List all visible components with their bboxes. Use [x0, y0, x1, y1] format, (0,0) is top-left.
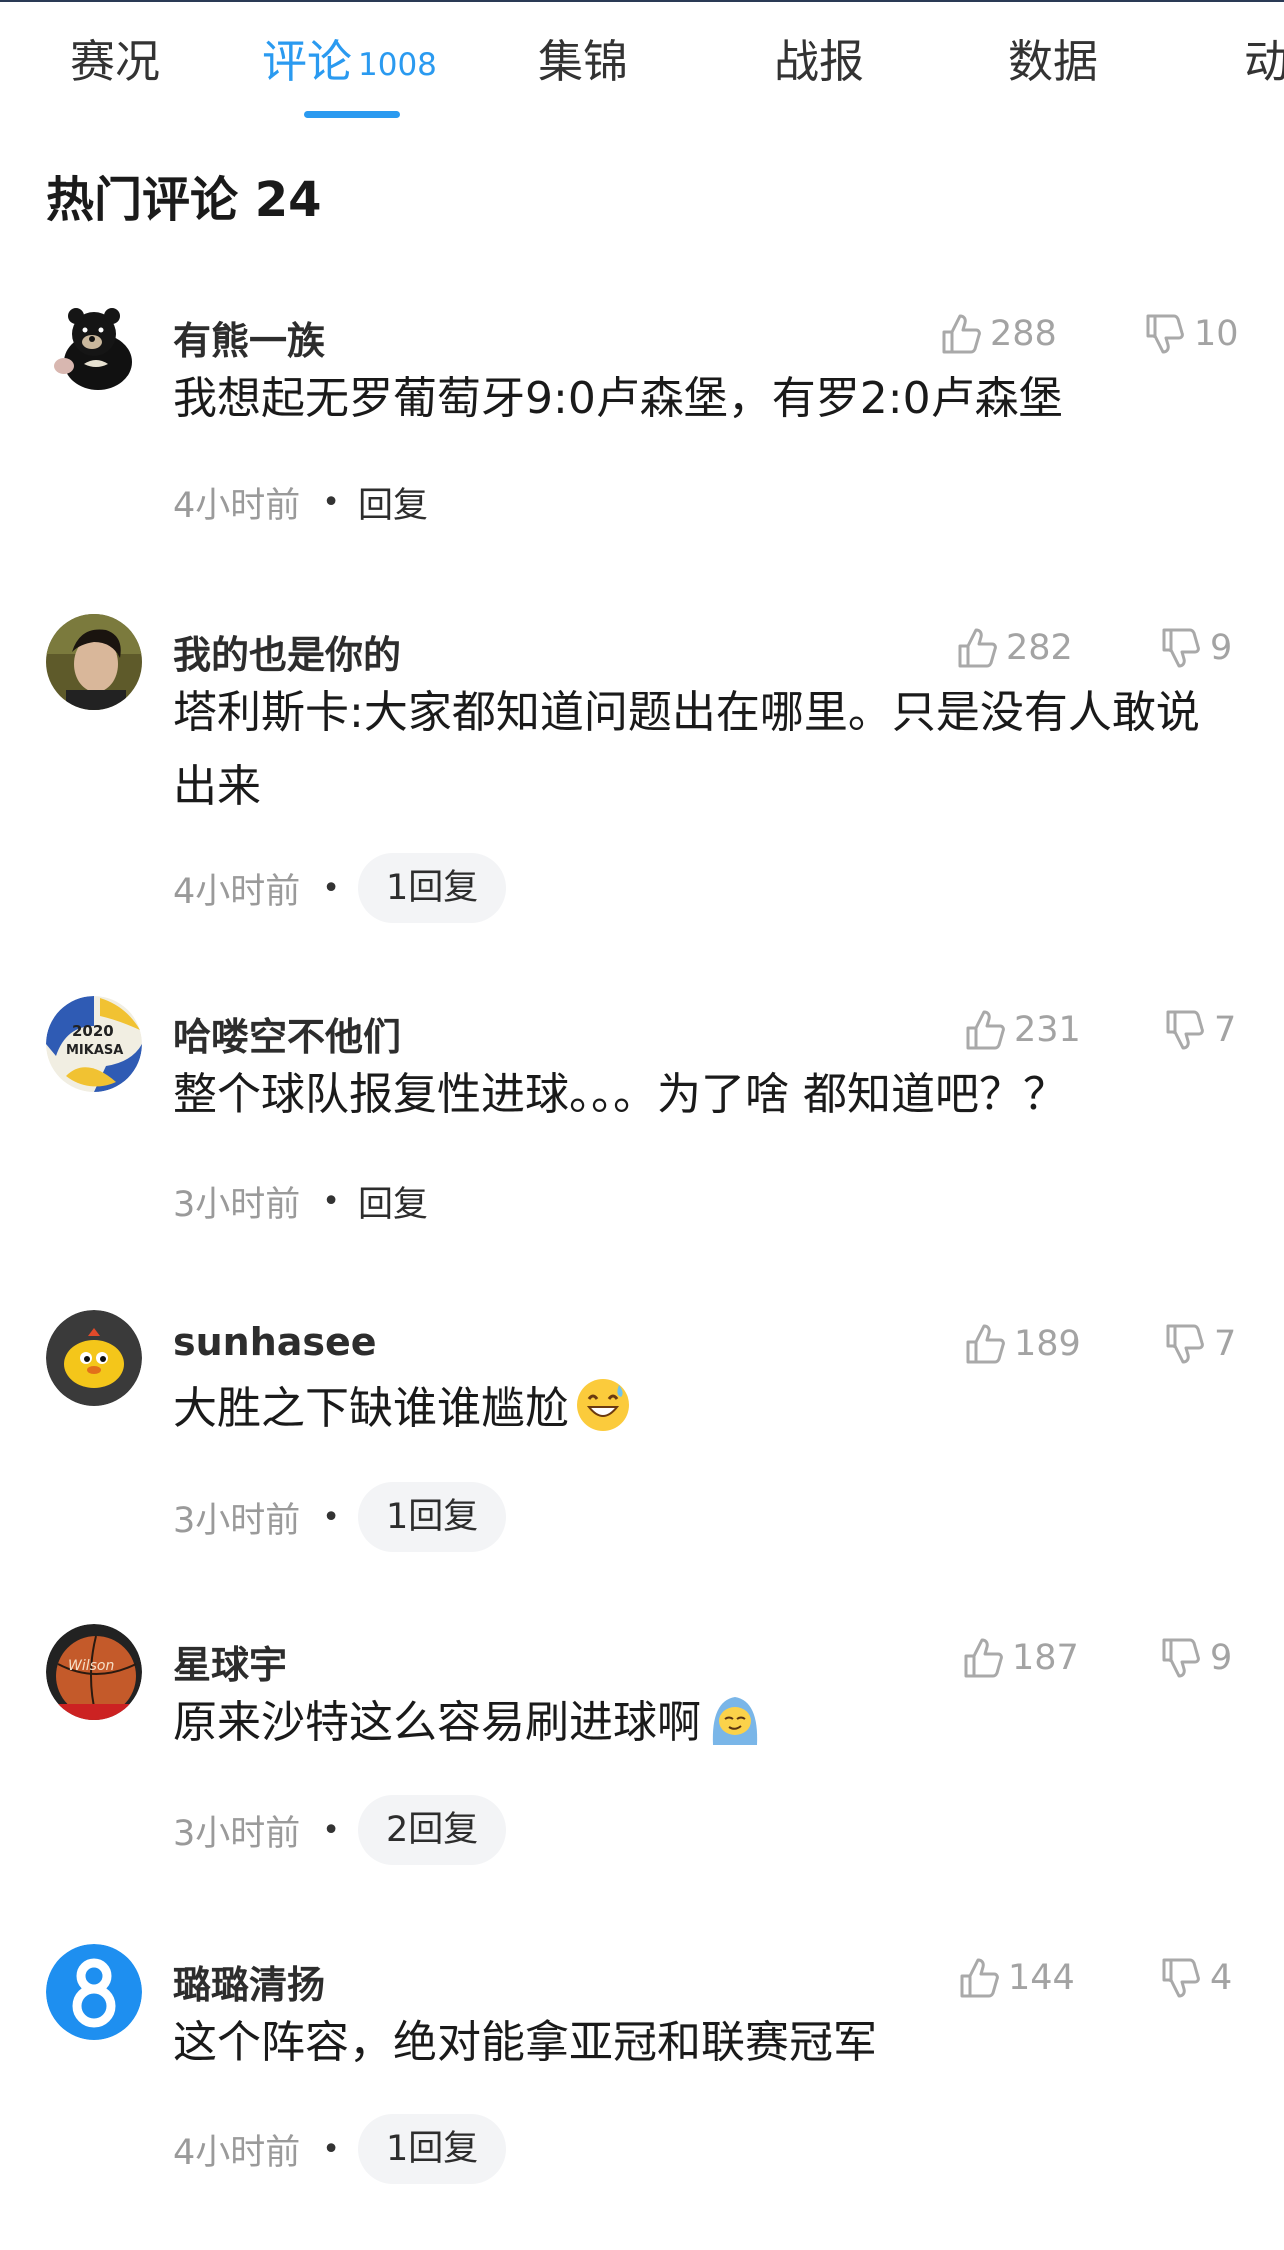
like-button[interactable]: 288 — [940, 304, 1057, 364]
separator-dot: • — [322, 870, 340, 906]
svg-text:MIKASA: MIKASA — [66, 1043, 123, 1058]
like-count: 282 — [1006, 628, 1073, 668]
comment-meta: 3小时前 • 2回复 — [173, 1795, 507, 1865]
svg-text:2020: 2020 — [72, 1022, 114, 1040]
username[interactable]: 璐璐清扬 — [173, 1954, 325, 2009]
dislike-count: 9 — [1210, 1638, 1233, 1678]
reply-button[interactable]: 1回复 — [357, 2114, 507, 2184]
comment-text: 塔利斯卡:大家都知道问题出在哪里。只是没有人敢说出来 — [173, 687, 1200, 812]
comment-time: 4小时前 — [173, 871, 301, 912]
tab-stats[interactable]: 数据 — [1008, 34, 1098, 90]
tab-report[interactable]: 战报 — [774, 34, 864, 90]
comment-text: 原来沙特这么容易刷进球啊 — [173, 1686, 1243, 1770]
like-button[interactable]: 231 — [964, 1000, 1081, 1060]
comment-text: 整个球队报复性进球。。。为了啥 都知道吧？？ — [173, 1069, 1067, 1120]
thumbs-down-icon — [1166, 1324, 1204, 1364]
reply-button[interactable]: 2回复 — [357, 1795, 507, 1865]
like-button[interactable]: 282 — [956, 618, 1073, 678]
avatar[interactable] — [46, 1944, 142, 2040]
thumbs-down-icon — [1162, 1958, 1200, 1998]
reply-button[interactable]: 1回复 — [357, 853, 507, 923]
smirking-hooded-emoji — [707, 1691, 763, 1770]
comment-time: 3小时前 — [173, 1813, 301, 1854]
avatar[interactable] — [46, 300, 142, 396]
tab-feed[interactable]: 动 — [1244, 34, 1284, 90]
hot-comments-title: 热门评论 24 — [46, 172, 322, 228]
thumbs-up-icon — [964, 1638, 1003, 1678]
thumbs-up-icon — [960, 1958, 999, 1998]
comment-meta: 4小时前 • 1回复 — [173, 2114, 507, 2184]
separator-dot: • — [322, 1812, 340, 1848]
username[interactable]: 有熊一族 — [173, 310, 325, 365]
username[interactable]: 哈喽空不他们 — [173, 1006, 401, 1061]
thumbs-down-icon — [1146, 314, 1184, 354]
dislike-button[interactable]: 10 — [1144, 304, 1239, 364]
username[interactable]: 星球宇 — [173, 1634, 287, 1689]
separator-dot: • — [322, 2131, 340, 2167]
like-count: 189 — [1014, 1324, 1081, 1364]
comment-meta: 3小时前 • 1回复 — [173, 1482, 507, 1552]
thumbs-down-icon — [1162, 1638, 1200, 1678]
thumbs-up-icon — [942, 314, 981, 354]
dislike-button[interactable]: 4 — [1160, 1948, 1232, 2008]
comment-time: 4小时前 — [173, 485, 301, 526]
comment-time: 3小时前 — [173, 1184, 301, 1225]
dislike-button[interactable]: 7 — [1164, 1314, 1236, 1374]
comment-text: 这个阵容，绝对能拿亚冠和联赛冠军 — [173, 2017, 877, 2068]
dislike-button[interactable]: 9 — [1160, 618, 1232, 678]
like-button[interactable]: 187 — [962, 1628, 1079, 1688]
thumbs-up-icon — [958, 628, 997, 668]
like-count: 144 — [1008, 1958, 1075, 1998]
separator-dot: • — [322, 1499, 340, 1535]
thumbs-up-icon — [966, 1010, 1005, 1050]
reply-button[interactable]: 回复 — [358, 477, 428, 528]
reply-button[interactable]: 1回复 — [357, 1482, 507, 1552]
separator-dot: • — [322, 1183, 340, 1219]
svg-text:Wilson: Wilson — [68, 1658, 114, 1674]
active-tab-indicator — [304, 111, 400, 118]
dislike-count: 9 — [1210, 628, 1233, 668]
avatar[interactable]: 2020 MIKASA — [46, 996, 142, 1092]
thumbs-down-icon — [1166, 1010, 1204, 1050]
like-count: 187 — [1012, 1638, 1079, 1678]
tab-highlights[interactable]: 集锦 — [538, 34, 628, 90]
avatar[interactable] — [46, 614, 142, 710]
comment-text: 大胜之下缺谁谁尴尬 — [173, 1372, 1243, 1456]
like-count: 288 — [990, 314, 1057, 354]
dislike-count: 4 — [1210, 1958, 1233, 1998]
comment-meta: 4小时前 • 回复 — [173, 467, 428, 537]
username[interactable]: sunhasee — [173, 1320, 377, 1364]
comment-meta: 4小时前 • 1回复 — [173, 853, 507, 923]
separator-dot: • — [322, 484, 340, 520]
dislike-button[interactable]: 7 — [1164, 1000, 1236, 1060]
reply-button[interactable]: 回复 — [358, 1176, 428, 1227]
comment-count: 1008 — [358, 47, 437, 83]
dislike-count: 10 — [1194, 314, 1239, 354]
tab-match[interactable]: 赛况 — [70, 34, 160, 90]
tab-comments[interactable]: 评论 1008 — [262, 34, 437, 93]
like-count: 231 — [1014, 1010, 1081, 1050]
like-button[interactable]: 144 — [958, 1948, 1075, 2008]
like-button[interactable]: 189 — [964, 1314, 1081, 1374]
comment-time: 3小时前 — [173, 1500, 301, 1541]
thumbs-down-icon — [1162, 628, 1200, 668]
dislike-button[interactable]: 9 — [1160, 1628, 1232, 1688]
tab-bar: 赛况 评论 1008 集锦 战报 数据 动 — [0, 0, 1284, 130]
grinning-sweat-emoji — [575, 1377, 631, 1456]
comment-text: 我想起无罗葡萄牙9:0卢森堡，有罗2:0卢森堡 — [173, 373, 1063, 424]
username[interactable]: 我的也是你的 — [173, 624, 401, 679]
thumbs-up-icon — [966, 1324, 1005, 1364]
dislike-count: 7 — [1214, 1010, 1237, 1050]
comment-meta: 3小时前 • 回复 — [173, 1166, 428, 1236]
avatar[interactable]: Wilson — [46, 1624, 142, 1720]
dislike-count: 7 — [1214, 1324, 1237, 1364]
comment-time: 4小时前 — [173, 2132, 301, 2173]
avatar[interactable] — [46, 1310, 142, 1406]
